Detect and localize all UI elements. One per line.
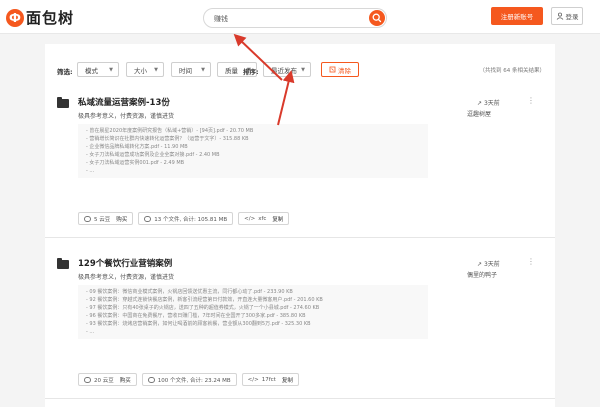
file-line: - 营销增长简识在社群内快速转化运营案例？（运营于文字）- 315.88 KB — [86, 136, 249, 142]
share-info: ↗ 3天前 — [477, 98, 500, 107]
top-header: Ф 面包树 注册新账号 登录 — [0, 0, 600, 34]
sort-dropdown[interactable]: 最近发布 ▼ — [263, 62, 311, 77]
filter-time-label: 时间 — [179, 66, 192, 75]
logo-text: 面包树 — [26, 9, 75, 27]
sort-value: 最近发布 — [271, 66, 297, 75]
file-summary: 13 个文件, 合计: 105.81 MB — [154, 216, 228, 223]
coin-icon — [84, 376, 91, 383]
file-line: - 企业微信品牌私域转化方案.pdf - 11.90 MB — [86, 144, 188, 150]
clear-label: 清除 — [338, 66, 351, 75]
more-options-icon[interactable]: ⋮ — [527, 257, 535, 266]
result-tagline: 极具参考意义，付费资源，谨慎进货 — [78, 274, 175, 281]
folder-icon — [57, 97, 69, 108]
share-time: 3天前 — [483, 261, 500, 268]
chevron-down-icon: ▼ — [109, 67, 113, 73]
meta-row: 20 云豆 购买 100 个文件, 合计: 23.24 MB </> 17fct… — [78, 373, 304, 387]
file-line: - 93 餐饮案例：烧烤店营销案例，如何让喝酒前的顾客就餐，营业额从300翻到5… — [86, 321, 311, 327]
chevron-down-icon: ▼ — [301, 67, 305, 73]
chevron-down-icon: ▼ — [201, 67, 205, 73]
result-title[interactable]: 私域流量运营案例-13份 — [78, 96, 170, 108]
search-button[interactable] — [369, 10, 385, 26]
search-icon — [372, 13, 382, 23]
results-panel: 筛选: 模式 ▼ 大小 ▼ 时间 ▼ 质量 ▼ 排序: 最近发布 ▼ 清除 （共… — [45, 44, 555, 407]
code-icon: </> — [244, 215, 256, 222]
chevron-down-icon: ▼ — [154, 67, 158, 73]
filter-bar: 筛选: 模式 ▼ 大小 ▼ 时间 ▼ 质量 ▼ 排序: 最近发布 ▼ 清除 （共… — [57, 62, 545, 78]
copy-button[interactable]: 复制 — [282, 376, 293, 384]
file-summary: 100 个文件, 合计: 23.24 MB — [157, 377, 231, 384]
format-value: xfc — [258, 215, 267, 222]
file-list: - 09 餐饮案例：微信商业模式案例，火锅店回馈送优惠主流，同行都心动了.pdf… — [78, 285, 428, 339]
file-list: - 曾在晨星2020年度案例研究报告（私域+营销）- [94页].pdf - 2… — [78, 124, 428, 178]
result-item: 129个餐饮行业营销案例 极具参考意义，付费资源，谨慎进货 - 09 餐饮案例：… — [57, 257, 545, 392]
sharer-name[interactable]: 偶里的鸭子 — [467, 270, 497, 279]
price-chip: 5 云豆 购买 — [78, 212, 134, 225]
file-line: - 92 餐饮案例：穿越式连锁快餐店案例，新客引流经营第日付款效，开直连大量微客… — [86, 297, 323, 303]
file-line: - 女子刀法私域运营成功案例及企业全案对接.pdf - 2.40 MB — [86, 152, 220, 158]
sort-label: 排序: — [243, 68, 259, 76]
file-line: - 09 餐饮案例：微信商业模式案例，火锅店回馈送优惠主流，同行都心动了.pdf… — [86, 289, 293, 295]
clear-filters-button[interactable]: 清除 — [321, 62, 359, 77]
filter-mode-label: 模式 — [85, 66, 98, 75]
coin-icon — [84, 215, 91, 222]
login-label: 登录 — [565, 13, 579, 21]
filter-time-dropdown[interactable]: 时间 ▼ — [171, 62, 211, 77]
folder-icon — [57, 258, 69, 269]
file-line: - 96 餐饮案例：中国商在免费餐厅，营收日赚门槛，7年时间在全国开了300多家… — [86, 313, 306, 319]
file-summary-chip: 13 个文件, 合计: 105.81 MB — [138, 212, 234, 225]
result-title[interactable]: 129个餐饮行业营销案例 — [78, 257, 172, 269]
buy-button[interactable]: 购买 — [120, 376, 131, 384]
cloud-icon — [144, 215, 152, 222]
copy-button[interactable]: 复制 — [272, 215, 283, 223]
filter-size-dropdown[interactable]: 大小 ▼ — [126, 62, 164, 77]
search-input[interactable] — [214, 12, 364, 25]
result-item: 私域流量运营案例-13份 极具参考意义，付费资源，谨慎进货 - 曾在晨星2020… — [57, 96, 545, 231]
file-line: - ... — [86, 329, 95, 335]
price-chip: 20 云豆 购买 — [78, 373, 137, 386]
register-button[interactable]: 注册新账号 — [491, 7, 543, 25]
clear-icon — [329, 66, 336, 73]
sharer-name[interactable]: 逗趣树屋 — [467, 109, 491, 118]
format-chip: </> 17fct 复制 — [241, 373, 299, 386]
logo-mark: Ф — [6, 8, 24, 27]
share-time: 3天前 — [483, 100, 500, 107]
item-divider — [45, 237, 555, 238]
price: 20 云豆 — [94, 377, 114, 384]
code-icon: </> — [247, 376, 259, 383]
format-value: 17fct — [261, 376, 276, 383]
filter-quality-label: 质量 — [225, 66, 238, 75]
filter-size-label: 大小 — [134, 66, 147, 75]
meta-row: 5 云豆 购买 13 个文件, 合计: 105.81 MB </> xfc 复制 — [78, 212, 294, 226]
file-summary-chip: 100 个文件, 合计: 23.24 MB — [141, 373, 237, 386]
share-icon: ↗ — [477, 100, 483, 107]
site-logo[interactable]: Ф 面包树 — [6, 7, 74, 28]
result-count: （共找到 64 条相关结果） — [479, 68, 546, 74]
file-line: - 女子刀法私域运营实例001.pdf - 2.49 MB — [86, 160, 185, 166]
user-icon — [556, 12, 563, 20]
file-line: - 曾在晨星2020年度案例研究报告（私域+营销）- [94页].pdf - 2… — [86, 128, 254, 134]
item-divider — [45, 398, 555, 399]
buy-button[interactable]: 购买 — [116, 215, 127, 223]
login-button[interactable]: 登录 — [551, 7, 583, 25]
file-line: - ... — [86, 168, 95, 174]
price: 5 云豆 — [94, 216, 111, 223]
result-tagline: 极具参考意义，付费资源，谨慎进货 — [78, 113, 175, 120]
filter-mode-dropdown[interactable]: 模式 ▼ — [77, 62, 119, 77]
share-icon: ↗ — [477, 261, 483, 268]
cloud-icon — [147, 376, 155, 383]
filter-label: 筛选: — [57, 68, 73, 76]
format-chip: </> xfc 复制 — [238, 212, 290, 225]
file-line: - 97 餐饮案例：只有40张桌子的火锅店，送四了五种的超值券模式，火锅了一个小… — [86, 305, 320, 311]
search-box — [203, 8, 387, 28]
more-options-icon[interactable]: ⋮ — [527, 96, 535, 105]
share-info: ↗ 3天前 — [477, 259, 500, 268]
